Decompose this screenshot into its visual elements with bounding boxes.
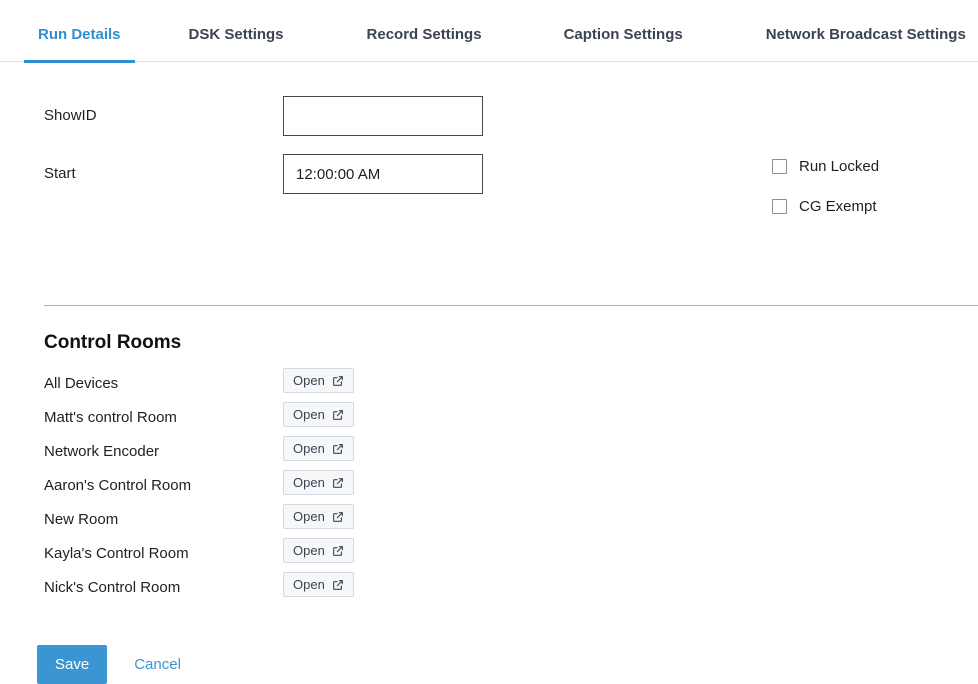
open-control-room-button[interactable]: Open bbox=[283, 470, 354, 495]
list-item: Matt's control Room Open bbox=[44, 400, 444, 434]
open-control-room-button[interactable]: Open bbox=[283, 368, 354, 393]
external-link-icon bbox=[332, 511, 343, 522]
control-rooms-title: Control Rooms bbox=[44, 332, 182, 353]
tab-network-broadcast-settings[interactable]: Network Broadcast Settings bbox=[752, 0, 978, 62]
external-link-icon bbox=[332, 545, 343, 556]
external-link-icon bbox=[332, 375, 343, 386]
tab-record-settings[interactable]: Record Settings bbox=[353, 0, 496, 62]
tab-run-details-label: Run Details bbox=[38, 26, 121, 43]
external-link-icon bbox=[332, 443, 343, 454]
open-control-room-button[interactable]: Open bbox=[283, 436, 354, 461]
tab-dsk-settings[interactable]: DSK Settings bbox=[175, 0, 298, 62]
start-label: Start bbox=[44, 165, 76, 182]
tab-dsk-settings-label: DSK Settings bbox=[188, 26, 284, 43]
control-room-name: New Room bbox=[44, 510, 119, 528]
open-button-label: Open bbox=[293, 543, 325, 558]
cg-exempt-label: CG Exempt bbox=[799, 198, 877, 215]
tab-run-details[interactable]: Run Details bbox=[24, 0, 135, 63]
start-input[interactable] bbox=[283, 154, 483, 194]
external-link-icon bbox=[332, 579, 343, 590]
open-button-label: Open bbox=[293, 475, 325, 490]
run-locked-label: Run Locked bbox=[799, 158, 880, 175]
open-button-label: Open bbox=[293, 577, 325, 592]
control-room-name: Matt's control Room bbox=[44, 408, 177, 426]
list-item: Aaron's Control Room Open bbox=[44, 468, 444, 502]
open-control-room-button[interactable]: Open bbox=[283, 504, 354, 529]
control-room-name: All Devices bbox=[44, 374, 119, 392]
open-button-label: Open bbox=[293, 407, 325, 422]
cg-exempt-checkbox-row[interactable]: CG Exempt bbox=[772, 198, 877, 215]
showid-field-row: ShowID bbox=[44, 96, 954, 136]
run-locked-checkbox[interactable] bbox=[772, 159, 787, 174]
tab-network-broadcast-settings-label: Network Broadcast Settings bbox=[765, 26, 966, 43]
showid-input[interactable] bbox=[283, 96, 483, 136]
list-item: New Room Open bbox=[44, 502, 444, 536]
tab-bar: Run Details DSK Settings Record Settings… bbox=[0, 0, 978, 63]
showid-label: ShowID bbox=[44, 107, 97, 124]
control-rooms-list: All Devices Open Matt's control Room Ope… bbox=[44, 366, 444, 604]
tab-caption-settings[interactable]: Caption Settings bbox=[550, 0, 697, 62]
control-room-name: Kayla's Control Room bbox=[44, 544, 189, 562]
cancel-link[interactable]: Cancel bbox=[134, 656, 181, 673]
cg-exempt-checkbox[interactable] bbox=[772, 199, 787, 214]
section-divider bbox=[44, 305, 978, 306]
external-link-icon bbox=[332, 477, 343, 488]
open-button-label: Open bbox=[293, 441, 325, 456]
tab-caption-settings-label: Caption Settings bbox=[563, 26, 683, 43]
open-control-room-button[interactable]: Open bbox=[283, 538, 354, 563]
form-actions: Save Cancel bbox=[37, 645, 181, 684]
tab-list: Run Details DSK Settings Record Settings… bbox=[0, 0, 978, 63]
list-item: Kayla's Control Room Open bbox=[44, 536, 444, 570]
control-room-name: Aaron's Control Room bbox=[44, 476, 192, 494]
list-item: Nick's Control Room Open bbox=[44, 570, 444, 604]
open-button-label: Open bbox=[293, 509, 325, 524]
save-button[interactable]: Save bbox=[37, 645, 108, 684]
open-control-room-button[interactable]: Open bbox=[283, 572, 354, 597]
control-room-name: Nick's Control Room bbox=[44, 578, 181, 596]
open-control-room-button[interactable]: Open bbox=[283, 402, 354, 427]
control-room-name: Network Encoder bbox=[44, 442, 160, 460]
external-link-icon bbox=[332, 409, 343, 420]
list-item: Network Encoder Open bbox=[44, 434, 444, 468]
run-locked-checkbox-row[interactable]: Run Locked bbox=[772, 158, 879, 175]
tab-record-settings-label: Record Settings bbox=[366, 26, 482, 43]
list-item: All Devices Open bbox=[44, 366, 444, 400]
open-button-label: Open bbox=[293, 373, 325, 388]
